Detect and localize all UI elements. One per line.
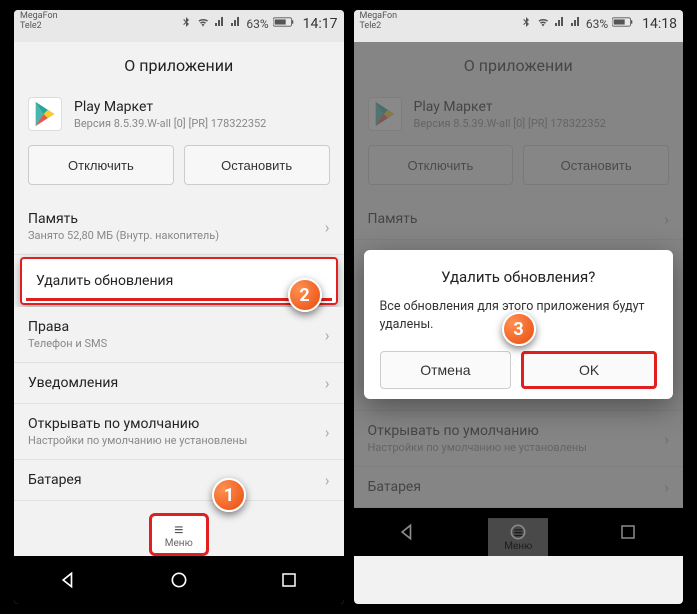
carrier-labels: MegaFon Tele2 [20,10,58,32]
nav-recent[interactable] [275,566,303,594]
clock: 14:18 [642,16,677,32]
row-title: Батарея [28,472,330,488]
bluetooth-icon [520,16,532,32]
signal-icon-2 [570,16,582,32]
chevron-right-icon: › [325,471,330,490]
system-nav [14,556,344,604]
stop-button[interactable]: Остановить [184,145,330,185]
callout-1: 1 [212,478,246,512]
wifi-icon [196,16,210,32]
app-version: Версия 8.5.39.W-all [0] [PR] 178322352 [74,117,266,130]
row-sub: Телефон и SMS [28,337,330,350]
dialog-cancel-button[interactable]: Отмена [380,351,512,389]
wifi-icon [536,16,550,32]
callout-3: 3 [502,312,536,346]
nav-back[interactable] [55,566,83,594]
signal-icon [554,16,566,32]
row-sub: Настройки по умолчанию не установлены [28,434,330,447]
dialog-title: Удалить обновления? [380,268,658,286]
battery-percent: 63% [246,17,268,31]
row-title: Уведомления [28,375,330,391]
row-open-by-default[interactable]: Открывать по умолчанию Настройки по умол… [14,404,344,460]
nav-home[interactable] [165,566,193,594]
row-battery[interactable]: Батарея › [14,460,344,501]
row-title: Права [28,319,330,335]
row-memory[interactable]: Память Занято 52,80 МБ (Внутр. накопител… [14,199,344,255]
menu-label: Меню [152,538,206,549]
phone-left: MegaFon Tele2 63% 14:17 О приложении [14,10,344,604]
bluetooth-icon [180,16,192,32]
settings-list: Память Занято 52,80 МБ (Внутр. накопител… [14,199,344,556]
chevron-right-icon: › [325,422,330,441]
battery-icon [273,16,295,32]
status-bar: MegaFon Tele2 63% 14:18 [354,10,684,42]
menu-button[interactable]: ≡ Меню [149,513,209,556]
battery-icon [612,16,634,32]
phone-right: MegaFon Tele2 63% 14:18 О приложении [354,10,684,604]
carrier-labels: MegaFon Tele2 [360,10,398,32]
chevron-right-icon: › [325,374,330,393]
clock: 14:17 [303,16,338,32]
app-info: Play Маркет Версия 8.5.39.W-all [0] [PR]… [14,91,344,145]
callout-2: 2 [288,278,322,312]
disable-button[interactable]: Отключить [28,145,174,185]
page-title: О приложении [14,42,344,91]
row-title: Удалить обновления [36,273,322,289]
dialog-ok-button[interactable]: OK [521,351,657,389]
app-name: Play Маркет [74,99,266,115]
hamburger-icon: ≡ [152,522,206,538]
battery-percent: 63% [586,17,608,31]
carrier-2: Tele2 [20,22,58,32]
signal-icon [214,16,226,32]
row-title: Память [28,211,330,227]
chevron-right-icon: › [325,217,330,236]
play-store-icon [28,97,62,131]
row-rights[interactable]: Права Телефон и SMS › [14,307,344,363]
signal-icon-2 [230,16,242,32]
carrier-2: Tele2 [360,22,398,32]
status-bar: MegaFon Tele2 63% 14:17 [14,10,344,42]
row-sub: Занято 52,80 МБ (Внутр. накопитель) [28,229,330,242]
row-title: Открывать по умолчанию [28,416,330,432]
row-notifications[interactable]: Уведомления › [14,363,344,404]
chevron-right-icon: › [325,325,330,344]
